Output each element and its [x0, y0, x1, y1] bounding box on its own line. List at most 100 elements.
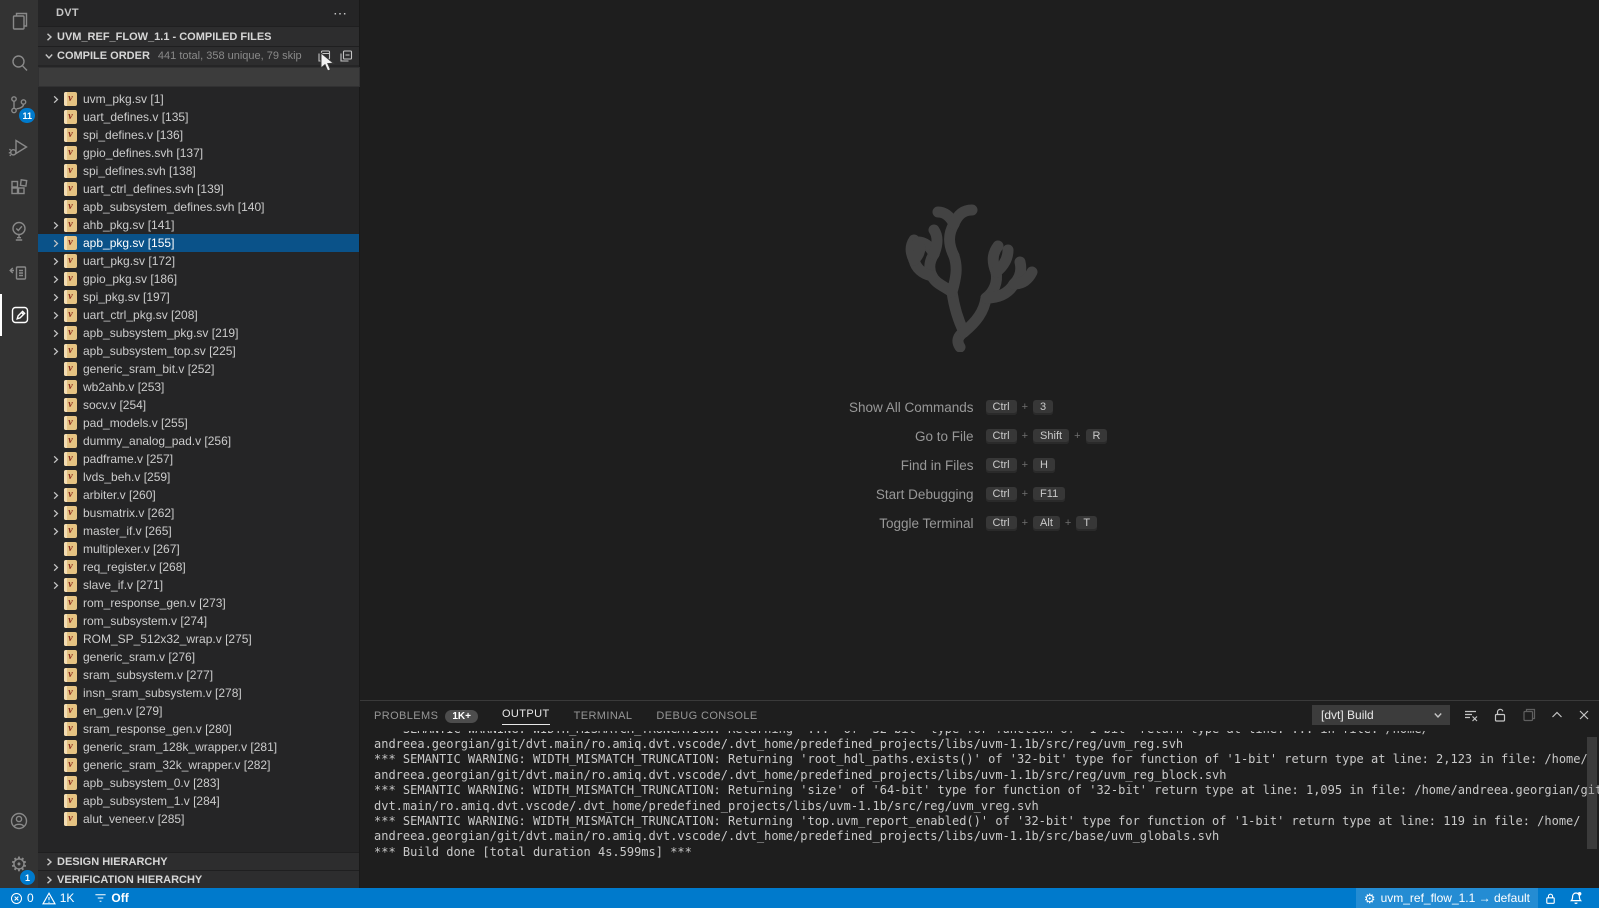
- settings-gear-icon[interactable]: ⚙ 1: [0, 842, 38, 888]
- tree-file-item[interactable]: v spi_pkg.sv [197]: [38, 288, 359, 306]
- output-console[interactable]: *** SEMANTIC WARNING: WIDTH_MISMATCH_TRU…: [360, 729, 1599, 888]
- more-actions-icon[interactable]: ⋯: [333, 8, 347, 18]
- problems-status[interactable]: 0 1K: [10, 888, 74, 908]
- run-debug-icon[interactable]: [0, 126, 38, 168]
- tree-file-item[interactable]: v sram_subsystem.v [277]: [38, 666, 359, 684]
- sidebar: DVT ⋯ UVM_REF_FLOW_1.1 - COMPILED FILES …: [38, 0, 360, 888]
- tree-file-item[interactable]: v uvm_pkg.sv [1]: [38, 90, 359, 108]
- tree-file-item[interactable]: v rom_subsystem.v [274]: [38, 612, 359, 630]
- shortcut-label: Start Debugging: [644, 487, 974, 502]
- key-chip: Ctrl: [986, 400, 1017, 415]
- tree-file-item[interactable]: v lvds_beh.v [259]: [38, 468, 359, 486]
- close-panel-icon[interactable]: [1577, 708, 1591, 722]
- tree-file-item[interactable]: v apb_subsystem_1.v [284]: [38, 792, 359, 810]
- tree-file-item[interactable]: v socv.v [254]: [38, 396, 359, 414]
- mode-status[interactable]: Off: [94, 888, 128, 908]
- verilog-file-icon: v: [64, 254, 77, 268]
- tree-file-item[interactable]: v slave_if.v [271]: [38, 576, 359, 594]
- extensions-icon[interactable]: [0, 168, 38, 210]
- chevron-right-icon: [51, 221, 60, 230]
- verilog-file-icon: v: [64, 362, 77, 376]
- tree-file-item[interactable]: v apb_subsystem_pkg.sv [219]: [38, 324, 359, 342]
- accounts-icon[interactable]: [0, 800, 38, 842]
- search-icon[interactable]: [0, 42, 38, 84]
- tree-file-item[interactable]: v ahb_pkg.sv [141]: [38, 216, 359, 234]
- explorer-icon[interactable]: [0, 0, 38, 42]
- file-label: gpio_pkg.sv [186]: [83, 272, 177, 286]
- unlock-icon[interactable]: [1492, 707, 1508, 723]
- tree-file-item[interactable]: v req_register.v [268]: [38, 558, 359, 576]
- chevron-down-icon: [44, 51, 54, 61]
- key-chip: Ctrl: [986, 458, 1017, 473]
- tree-file-item[interactable]: v spi_defines.svh [138]: [38, 162, 359, 180]
- docs-sync-icon[interactable]: [0, 252, 38, 294]
- chevron-right-icon: [51, 257, 60, 266]
- expand-all-icon[interactable]: [317, 49, 331, 63]
- tree-file-item[interactable]: v alut_veneer.v [285]: [38, 810, 359, 828]
- chevron-right-icon: [51, 293, 60, 302]
- source-control-icon[interactable]: 11: [0, 84, 38, 126]
- tree-file-item[interactable]: v generic_sram_32k_wrapper.v [282]: [38, 756, 359, 774]
- tree-file-item[interactable]: v uart_ctrl_defines.svh [139]: [38, 180, 359, 198]
- tree-file-item[interactable]: v padframe.v [257]: [38, 450, 359, 468]
- panel-tab[interactable]: DEBUG CONSOLE: [656, 701, 757, 729]
- verilog-file-icon: v: [64, 758, 77, 772]
- plus-separator: +: [1065, 517, 1071, 529]
- tree-file-item[interactable]: v rom_response_gen.v [273]: [38, 594, 359, 612]
- lock-icon[interactable]: [1538, 888, 1563, 908]
- tree-file-item[interactable]: v insn_sram_subsystem.v [278]: [38, 684, 359, 702]
- dvt-pencil-icon[interactable]: [0, 294, 38, 336]
- file-label: apb_subsystem_0.v [283]: [83, 776, 220, 790]
- tree-file-item[interactable]: v pad_models.v [255]: [38, 414, 359, 432]
- panel-tab[interactable]: TERMINAL: [574, 701, 633, 729]
- tree-file-item[interactable]: v apb_subsystem_defines.svh [140]: [38, 198, 359, 216]
- tree-file-item[interactable]: v sram_response_gen.v [280]: [38, 720, 359, 738]
- tree-file-item[interactable]: v uart_defines.v [135]: [38, 108, 359, 126]
- tree-file-item[interactable]: v apb_subsystem_0.v [283]: [38, 774, 359, 792]
- verification-check-icon[interactable]: [0, 210, 38, 252]
- verilog-file-icon: v: [64, 434, 77, 448]
- output-scrollbar[interactable]: [1587, 737, 1597, 849]
- verilog-file-icon: v: [64, 686, 77, 700]
- tree-file-item[interactable]: v ROM_SP_512x32_wrap.v [275]: [38, 630, 359, 648]
- tree-file-item[interactable]: v wb2ahb.v [253]: [38, 378, 359, 396]
- tree-file-item[interactable]: v generic_sram.v [276]: [38, 648, 359, 666]
- tree-file-item[interactable]: v gpio_pkg.sv [186]: [38, 270, 359, 288]
- tree-file-item[interactable]: v uart_ctrl_pkg.sv [208]: [38, 306, 359, 324]
- shortcut-label: Toggle Terminal: [644, 516, 974, 531]
- panel-tab[interactable]: OUTPUT: [502, 701, 550, 729]
- output-line: *** SEMANTIC WARNING: WIDTH_MISMATCH_TRU…: [374, 814, 1585, 829]
- output-channel-select[interactable]: [dvt] Build: [1312, 705, 1450, 725]
- dvt-project-status[interactable]: ⚙ uvm_ref_flow_1.1 → default: [1356, 888, 1538, 908]
- collapse-all-icon[interactable]: [339, 49, 353, 63]
- section-verification-hierarchy[interactable]: VERIFICATION HIERARCHY: [38, 870, 359, 888]
- notifications-bell-icon[interactable]: [1563, 888, 1589, 908]
- tree-file-item[interactable]: v en_gen.v [279]: [38, 702, 359, 720]
- tree-file-item[interactable]: v apb_pkg.sv [155]: [38, 234, 359, 252]
- verilog-file-icon: v: [64, 200, 77, 214]
- tree-file-item[interactable]: v gpio_defines.svh [137]: [38, 144, 359, 162]
- compile-order-label: COMPILE ORDER: [57, 50, 150, 62]
- tree-file-item[interactable]: v spi_defines.v [136]: [38, 126, 359, 144]
- tree-file-item[interactable]: v uart_pkg.sv [172]: [38, 252, 359, 270]
- tree-file-item[interactable]: v generic_sram_128k_wrapper.v [281]: [38, 738, 359, 756]
- shortcut-row: Toggle Terminal Ctrl+Alt+T: [360, 514, 1599, 532]
- section-compiled-files[interactable]: UVM_REF_FLOW_1.1 - COMPILED FILES: [38, 26, 359, 46]
- tree-file-item[interactable]: v arbiter.v [260]: [38, 486, 359, 504]
- tree-file-item[interactable]: v multiplexer.v [267]: [38, 540, 359, 558]
- warning-icon: [42, 892, 56, 905]
- tree-filter-input[interactable]: [38, 67, 360, 87]
- key-chip: 3: [1033, 400, 1053, 415]
- tree-file-item[interactable]: v apb_subsystem_top.sv [225]: [38, 342, 359, 360]
- verilog-file-icon: v: [64, 740, 77, 754]
- maximize-panel-icon[interactable]: [1550, 708, 1564, 722]
- tree-file-item[interactable]: v dummy_analog_pad.v [256]: [38, 432, 359, 450]
- panel-tab[interactable]: PROBLEMS 1K+: [374, 701, 478, 729]
- tree-file-item[interactable]: v busmatrix.v [262]: [38, 504, 359, 522]
- section-design-hierarchy[interactable]: DESIGN HIERARCHY: [38, 852, 359, 870]
- clear-output-icon[interactable]: [1463, 707, 1479, 723]
- tree-file-item[interactable]: v generic_sram_bit.v [252]: [38, 360, 359, 378]
- tree-file-item[interactable]: v master_if.v [265]: [38, 522, 359, 540]
- open-output-in-editor-icon[interactable]: [1521, 707, 1537, 723]
- section-compile-order[interactable]: COMPILE ORDER 441 total, 358 unique, 79 …: [38, 46, 359, 65]
